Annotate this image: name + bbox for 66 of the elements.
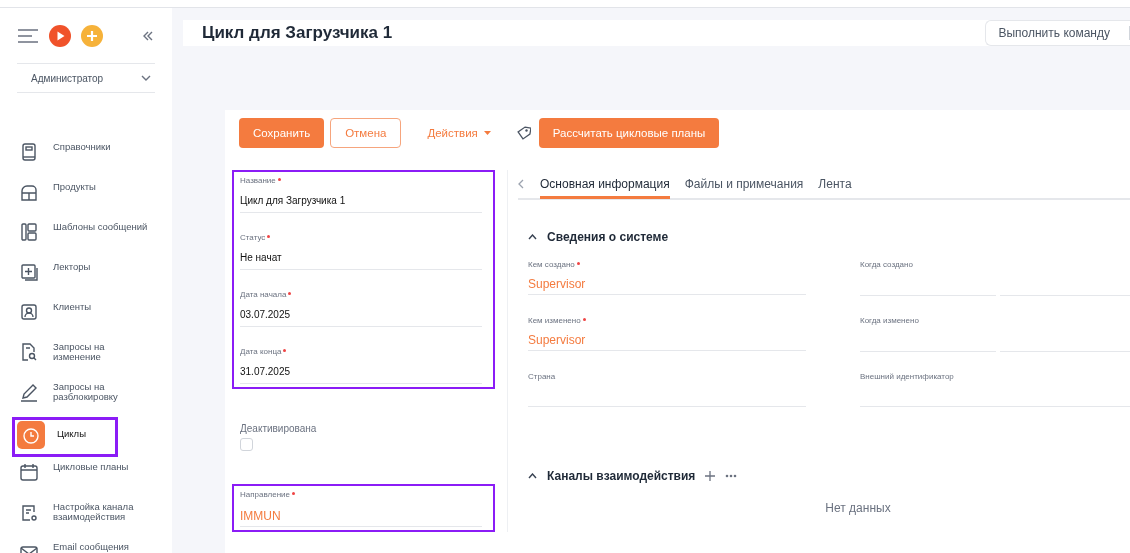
plus-icon <box>19 262 39 282</box>
add-icon[interactable] <box>705 471 716 481</box>
tab[interactable]: Основная информация <box>540 171 670 199</box>
nav-item[interactable]: Шаблоны сообщений <box>15 217 159 257</box>
chevron-up-icon[interactable] <box>528 473 537 479</box>
chevron-left-icon[interactable] <box>518 179 524 189</box>
docgear-icon <box>19 502 39 522</box>
tag-icon[interactable] <box>516 126 531 140</box>
checkbox[interactable] <box>240 438 253 451</box>
section-title: Каналы взаимодействия <box>547 469 696 483</box>
field-label: Статус <box>240 233 483 242</box>
user-icon <box>19 302 39 322</box>
play-icon[interactable] <box>49 25 71 47</box>
field-label: Дата конца <box>240 347 483 356</box>
nav-item[interactable]: Запросы на разблокировку <box>15 377 159 417</box>
chevron-up-icon[interactable] <box>528 234 537 240</box>
menu-icon[interactable] <box>17 29 39 43</box>
nav-item[interactable]: Продукты <box>15 177 159 217</box>
section-title: Сведения о системе <box>547 230 669 244</box>
required-mark-icon <box>292 492 295 495</box>
book-icon <box>19 142 39 162</box>
tab[interactable]: Файлы и примечания <box>684 171 804 199</box>
collapse-icon[interactable] <box>142 30 154 42</box>
layout-icon <box>19 222 39 242</box>
field-label: Когда создано <box>860 260 914 269</box>
role-dropdown[interactable]: Администратор <box>17 63 155 93</box>
chevron-down-icon <box>141 75 151 81</box>
empty-message: Нет данных <box>824 501 892 515</box>
required-mark-icon <box>277 178 281 181</box>
field-label: Направление <box>240 490 483 499</box>
required-mark-icon <box>582 318 586 321</box>
field-label: Название <box>240 176 483 185</box>
box-icon <box>19 182 39 202</box>
add-icon[interactable] <box>81 25 103 47</box>
required-mark-icon <box>288 292 292 295</box>
field-label: Деактивирована <box>240 423 318 434</box>
required-mark-icon <box>576 262 580 265</box>
input-field[interactable]: 03.07.2025 <box>240 309 482 327</box>
tab[interactable]: Лента <box>818 171 852 199</box>
nav-item[interactable]: Циклы <box>15 420 115 454</box>
page-title: Цикл для Загрузчика 1 <box>202 23 393 43</box>
pencil-icon <box>19 382 39 402</box>
input-field[interactable]: Не начат <box>240 252 482 270</box>
nav-item[interactable]: Email сообщения <box>15 537 159 553</box>
docsearch-icon <box>19 342 39 362</box>
required-mark-icon <box>267 235 271 238</box>
clock-icon <box>21 425 41 445</box>
nav-item[interactable]: Лекторы <box>15 257 159 297</box>
required-mark-icon <box>283 349 287 352</box>
caret-icon <box>483 131 491 135</box>
nav-item[interactable]: Цикловые планы <box>15 457 159 497</box>
field-label: Кем изменено <box>528 316 806 325</box>
field-label: Внешний идентификатор <box>860 372 955 381</box>
nav-item[interactable]: Клиенты <box>15 297 159 337</box>
nav-item[interactable]: Настройка канала взаимодействия <box>15 497 159 537</box>
field-label: Страна <box>528 372 557 381</box>
nav-item[interactable]: Запросы на изменение <box>15 337 159 377</box>
nav-item[interactable]: Справочники <box>15 137 159 177</box>
more-icon[interactable] <box>725 474 738 478</box>
field-label: Кем создано <box>528 260 806 269</box>
calendar-icon <box>19 462 39 482</box>
command-button[interactable]: Выполнить команду <box>985 20 1130 46</box>
field-label: Когда изменено <box>860 316 920 325</box>
input-field[interactable]: 31.07.2025 <box>240 366 482 384</box>
field-label: Дата начала <box>240 290 483 299</box>
input-field[interactable]: Цикл для Загрузчика 1 <box>240 195 482 213</box>
